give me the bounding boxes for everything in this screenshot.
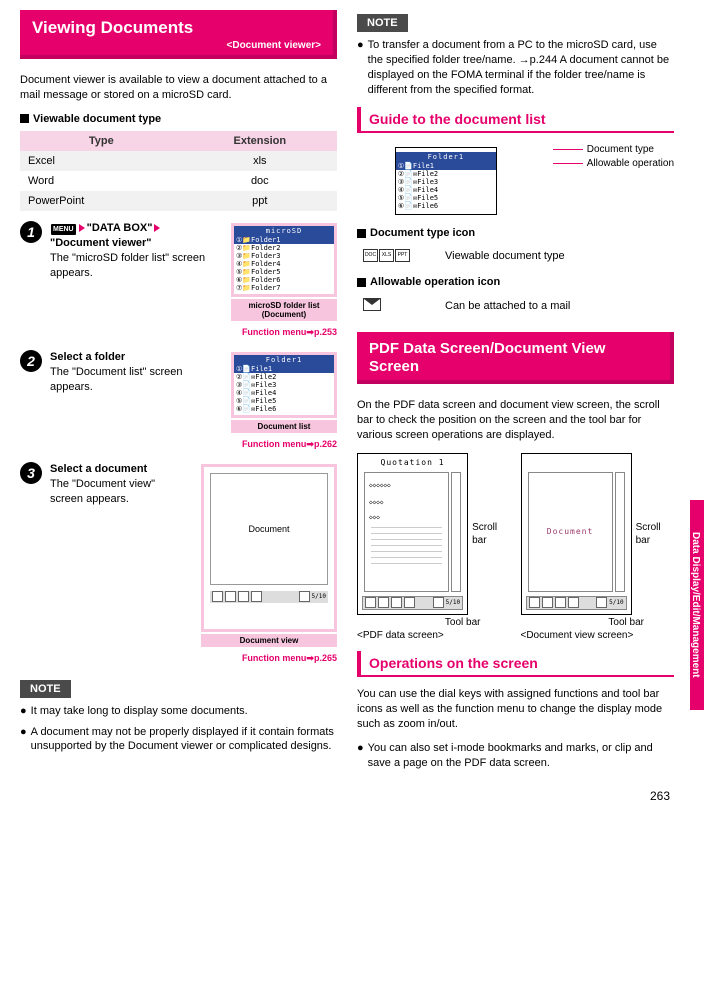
toolbar-strip: 5/10 <box>210 591 328 603</box>
operations-header: Operations on the screen <box>357 651 674 677</box>
viewing-documents-header: Viewing Documents <Document viewer> <box>20 10 337 59</box>
note-bullet: ●To transfer a document from a PC to the… <box>357 38 674 97</box>
table-row: Excel xls <box>20 151 337 171</box>
microsd-folder-list-figure: microSD ①📁Folder1 ②📁Folder2 ③📁Folder3 ④📁… <box>231 223 337 297</box>
note-bullet: ●A document may not be properly displaye… <box>20 725 337 755</box>
figure-caption: microSD folder list (Document) <box>231 299 337 321</box>
scroll-bar-label: Scroll bar <box>472 521 510 547</box>
pdf-screen-header: PDF Data Screen/Document View Screen <box>357 332 674 384</box>
step2-desc: The "Document list" screen appears. <box>50 365 221 395</box>
doc-type-icon-heading: Document type icon <box>357 227 674 239</box>
callout-label-doc-type: Document type <box>553 143 674 157</box>
document-list-figure: Folder1 ①📄File1 ②📄✉File2 ③📄✉File3 ④📄✉Fil… <box>231 352 337 418</box>
mail-icon <box>363 298 381 311</box>
doc-view-screen-caption: <Document view screen> <box>521 630 675 641</box>
step-1: 1 MENU"DATA BOX""Document viewer" The "m… <box>20 221 337 321</box>
scrollbar-icon <box>451 472 461 592</box>
step3-title: Select a document <box>50 462 191 477</box>
doc-type-icon-desc: Viewable document type <box>439 245 674 266</box>
folder-contents-figure: Folder1 ①📄File1 ②📄✉File2 ③📄✉File3 ④📄✉Fil… <box>395 147 497 215</box>
table-row: Word doc <box>20 171 337 191</box>
step-number-1: 1 <box>20 221 42 243</box>
page-number: 263 <box>650 789 670 803</box>
operations-text: You can use the dial keys with assigned … <box>357 687 674 732</box>
doc-icon: DOC <box>363 249 378 262</box>
viewing-documents-title: Viewing Documents <box>32 18 321 38</box>
ppt-icon: PPT <box>395 249 410 262</box>
table-row: PowerPoint ppt <box>20 191 337 211</box>
document-view-screen-figure: Document 5/10 <box>521 453 632 615</box>
step2-title: Select a folder <box>50 350 221 365</box>
document-types-table: Type Extension Excel xls Word doc PowerP… <box>20 131 337 211</box>
arrow-icon <box>79 224 85 232</box>
step-2: 2 Select a folder The "Document list" sc… <box>20 350 337 433</box>
menu-chip: MENU <box>51 224 76 236</box>
th-ext: Extension <box>183 131 337 151</box>
note-bullet: ●It may take long to display some docume… <box>20 704 337 719</box>
pdf-screen-caption: <PDF data screen> <box>357 630 511 641</box>
doc-type-icons: DOCXLSPPT <box>357 245 439 266</box>
ops-bullet: ●You can also set i-mode bookmarks and m… <box>357 741 674 771</box>
allowable-op-icon-table: Can be attached to a mail <box>357 294 674 318</box>
allowable-op-icon-heading: Allowable operation icon <box>357 276 674 288</box>
step3-desc: The "Document view" screen appears. <box>50 477 191 507</box>
function-menu-link[interactable]: Function menu➡p.265 <box>20 653 337 664</box>
function-menu-link[interactable]: Function menu➡p.262 <box>20 439 337 450</box>
step-number-3: 3 <box>20 462 42 484</box>
toolbar-icon: 5/10 <box>362 596 463 610</box>
figure-caption: Document view <box>201 634 337 647</box>
step1-title: MENU"DATA BOX""Document viewer" <box>50 221 221 252</box>
step1-desc: The "microSD folder list" screen appears… <box>50 251 221 281</box>
mail-attach-icon-cell <box>357 294 439 318</box>
th-type: Type <box>20 131 183 151</box>
callout-figure: Folder1 ①📄File1 ②📄✉File2 ③📄✉File3 ④📄✉Fil… <box>357 143 674 217</box>
arrow-icon <box>154 224 160 232</box>
toolbar-icon: 5/10 <box>526 596 627 610</box>
function-menu-link[interactable]: Function menu➡p.253 <box>20 327 337 338</box>
step-3: 3 Select a document The "Document view" … <box>20 462 337 647</box>
document-view-figure: Document 5/10 <box>201 464 337 632</box>
doc-type-icon-table: DOCXLSPPT Viewable document type <box>357 245 674 266</box>
document-placeholder: Document <box>210 473 328 585</box>
step-number-2: 2 <box>20 350 42 372</box>
callout-label-allowable: Allowable operation <box>553 157 674 171</box>
scrollbar-icon <box>615 472 625 592</box>
toolbar-label: Tool bar <box>357 617 481 628</box>
viewable-type-heading: Viewable document type <box>20 113 337 125</box>
toolbar-label: Tool bar <box>521 617 645 628</box>
viewing-documents-sub: <Document viewer> <box>32 40 321 51</box>
note-badge: NOTE <box>357 14 408 32</box>
pdf-screen-title: PDF Data Screen/Document View Screen <box>369 340 658 376</box>
pdf-data-screen-figure: Quotation 1 ◇◇◇◇◇◇ ◇◇◇◇ ◇◇◇ 5/10 <box>357 453 468 615</box>
intro-text: Document viewer is available to view a d… <box>20 73 337 103</box>
figure-caption: Document list <box>231 420 337 433</box>
guide-header: Guide to the document list <box>357 107 674 133</box>
pdf-intro-text: On the PDF data screen and document view… <box>357 398 674 443</box>
screen-pair: Quotation 1 ◇◇◇◇◇◇ ◇◇◇◇ ◇◇◇ 5/10 <box>357 453 674 641</box>
allowable-op-desc: Can be attached to a mail <box>439 294 674 318</box>
note-badge: NOTE <box>20 680 71 698</box>
scroll-bar-label: Scroll bar <box>636 521 674 547</box>
xls-icon: XLS <box>379 249 394 262</box>
